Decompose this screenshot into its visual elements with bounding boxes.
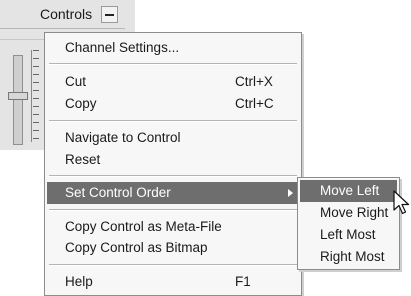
menu-item-reset[interactable]: Reset [47, 149, 299, 171]
submenu-item-move-right[interactable]: Move Right [300, 202, 397, 224]
menu-item-navigate-to-control[interactable]: Navigate to Control [47, 127, 299, 149]
menu-item-label: Help [65, 274, 93, 289]
menu-item-shortcut: F1 [235, 274, 251, 289]
menu-item-label: Channel Settings... [65, 40, 180, 55]
menu-item-copy-as-bitmap[interactable]: Copy Control as Bitmap [47, 237, 299, 259]
menu-item-label: Copy [65, 96, 97, 111]
fader-scale [31, 50, 42, 142]
menu-item-label: Copy Control as Meta-File [65, 219, 222, 234]
menu-separator [49, 63, 297, 65]
arrow-pointer-icon [393, 190, 410, 215]
menu-item-label: Reset [65, 152, 101, 167]
menu-item-copy[interactable]: Copy Ctrl+C [47, 93, 299, 115]
menu-item-label: Cut [65, 74, 87, 89]
submenu-item-label: Move Left [320, 183, 380, 198]
menu-item-shortcut: Ctrl+X [235, 74, 273, 89]
submenu-item-label: Right Most [320, 249, 385, 264]
menu-item-channel-settings[interactable]: Channel Settings... [47, 37, 299, 59]
menu-separator [49, 264, 297, 266]
menu-separator [49, 209, 297, 211]
fader-handle[interactable] [8, 92, 28, 100]
menu-item-shortcut: Ctrl+C [235, 96, 274, 111]
menu-item-help[interactable]: Help F1 [47, 271, 299, 293]
menu-item-set-control-order[interactable]: Set Control Order [47, 182, 299, 204]
panel-title-bar: Controls [0, 0, 125, 29]
control-order-submenu: Move Left Move Right Left Most Right Mos… [297, 177, 400, 270]
menu-separator [49, 120, 297, 122]
submenu-item-label: Move Right [320, 205, 389, 220]
menu-item-copy-as-metafile[interactable]: Copy Control as Meta-File [47, 216, 299, 238]
menu-separator [49, 175, 297, 177]
menu-item-label: Set Control Order [65, 185, 171, 200]
submenu-item-left-most[interactable]: Left Most [300, 224, 397, 246]
chevron-right-icon [288, 189, 293, 197]
menu-item-label: Copy Control as Bitmap [65, 240, 208, 255]
fader-track[interactable] [13, 55, 23, 145]
submenu-item-label: Left Most [320, 227, 376, 242]
menu-item-label: Navigate to Control [65, 130, 181, 145]
minus-icon[interactable] [101, 6, 118, 23]
menu-item-cut[interactable]: Cut Ctrl+X [47, 71, 299, 93]
submenu-item-right-most[interactable]: Right Most [300, 246, 397, 268]
context-menu: Channel Settings... Cut Ctrl+X Copy Ctrl… [44, 32, 302, 296]
submenu-item-move-left[interactable]: Move Left [300, 180, 397, 202]
panel-title: Controls [40, 6, 93, 22]
